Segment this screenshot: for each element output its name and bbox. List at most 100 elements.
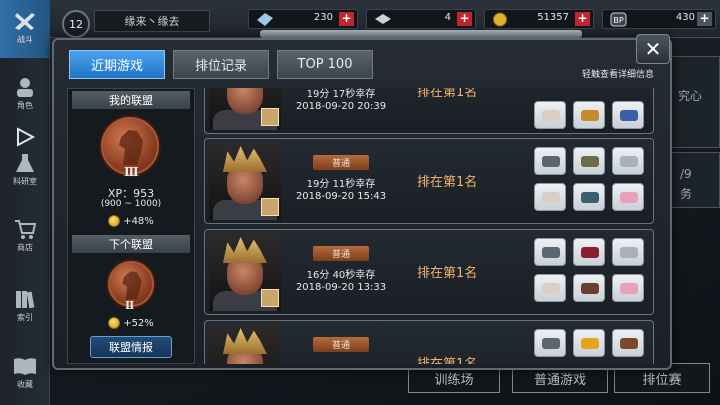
next-league-bonus: +52% <box>123 318 154 329</box>
match-rank: 排在第1名 <box>417 88 478 100</box>
weapon-icon <box>620 110 638 121</box>
survive-time: 16分 40秒幸存 <box>306 270 376 281</box>
add-bp-button[interactable]: + <box>697 12 712 26</box>
ammo-value: 4 <box>444 12 451 23</box>
item-slot[interactable] <box>612 238 644 266</box>
bp-icon: BP <box>610 12 627 27</box>
close-button[interactable]: ✕ <box>636 34 670 64</box>
match-date: 2018-09-20 20:39 <box>295 101 387 112</box>
match-rank: 排在第1名 <box>417 266 478 281</box>
match-list[interactable]: 普通 19分 17秒幸存 2018-09-20 20:39 排在第1名 普通 1… <box>204 88 654 364</box>
player-portrait <box>209 142 281 220</box>
match-history-modal: 近期游戏 排位记录 TOP 100 ✕ 轻触查看详细信息 我的联盟 Ⅲ XP：9… <box>52 30 672 370</box>
horse-head-icon <box>119 130 143 165</box>
gold-coin-icon <box>493 12 507 27</box>
nav-item-battle[interactable]: 战斗 <box>0 0 50 58</box>
add-crystal-button[interactable]: + <box>339 12 354 26</box>
match-mode-tag: 普通 <box>313 246 369 261</box>
nav-item-lab[interactable]: 科研室 <box>0 152 50 187</box>
nav-item-shop[interactable]: 商店 <box>0 218 50 253</box>
bullet-icon <box>620 247 638 258</box>
helmet-icon <box>581 338 599 349</box>
my-league-bonus-row: +48% <box>68 215 194 227</box>
resource-bp: BP 430 + <box>602 9 716 29</box>
tab-recent-games[interactable]: 近期游戏 <box>69 50 165 79</box>
nav-item-collection[interactable]: 收藏 <box>0 355 50 390</box>
nav-item-index[interactable]: 索引 <box>0 288 50 323</box>
item-slot[interactable] <box>612 101 644 129</box>
ammo-box-icon <box>581 283 599 294</box>
player-portrait <box>209 233 281 311</box>
bullet-icon <box>620 156 638 167</box>
side-panel-label: 务 <box>680 187 693 201</box>
add-ammo-button[interactable]: + <box>457 12 472 26</box>
player-name[interactable]: 缘来丶缘去 <box>94 10 210 32</box>
match-mode-tag: 普通 <box>313 337 369 352</box>
match-rank: 排在第1名 <box>417 353 507 364</box>
match-card[interactable]: 普通 19分 17秒幸存 2018-09-20 20:39 排在第1名 <box>204 88 654 134</box>
league-panel: 我的联盟 Ⅲ XP：953 (900 ~ 1000) +48% 下个联盟 Ⅱ +… <box>67 88 195 364</box>
nav-item-character[interactable]: 角色 <box>0 76 50 111</box>
nav-item-play[interactable] <box>0 126 50 148</box>
my-league-tier: Ⅲ <box>124 165 139 179</box>
left-nav-rail: 战斗 角色 科研室 商店 索引 收藏 <box>0 0 50 405</box>
survive-time: 19分 11秒幸存 <box>306 179 376 190</box>
item-slot[interactable] <box>534 101 566 129</box>
player-level-badge: 12 <box>62 10 90 38</box>
rifle-icon <box>542 156 560 167</box>
survive-time: 19分 17秒幸存 <box>306 89 376 100</box>
item-slot[interactable] <box>534 238 566 266</box>
side-panel-text: 究心 <box>678 89 703 103</box>
smg-icon <box>581 192 599 203</box>
tab-ranked-record[interactable]: 排位记录 <box>173 50 269 79</box>
item-slot[interactable] <box>573 274 605 302</box>
item-slot[interactable] <box>573 183 605 211</box>
match-mode-tag: 普通 <box>313 155 369 170</box>
item-slot[interactable] <box>534 183 566 211</box>
item-slot[interactable] <box>534 329 566 357</box>
rifle-icon <box>542 247 560 258</box>
pink-orb-icon <box>620 283 638 294</box>
add-gold-button[interactable]: + <box>575 12 590 26</box>
item-slot[interactable] <box>612 329 644 357</box>
item-slot[interactable] <box>573 329 605 357</box>
clan-emblem-icon <box>261 289 279 307</box>
match-card[interactable]: 普通 排在第1名 <box>204 320 654 364</box>
play-outline-icon <box>17 127 36 147</box>
resource-crystal: 230 + <box>248 9 358 29</box>
nav-label-collection: 收藏 <box>17 380 33 389</box>
next-league-bonus-row: +52% <box>68 317 194 329</box>
item-slot[interactable] <box>573 147 605 175</box>
item-slot[interactable] <box>573 238 605 266</box>
match-card[interactable]: 普通 16分 40秒幸存 2018-09-20 13:33 排在第1名 <box>204 229 654 315</box>
horse-head-icon <box>122 271 142 300</box>
clan-emblem-icon <box>261 108 279 126</box>
character-icon <box>17 78 33 97</box>
crystal-value: 230 <box>313 12 333 23</box>
resource-gold: 51357 + <box>484 9 594 29</box>
pink-orb-icon <box>620 192 638 203</box>
detail-hint: 轻触查看详细信息 <box>581 70 654 80</box>
xp-range: (900 ~ 1000) <box>100 199 162 209</box>
armor-vest-icon <box>542 192 560 203</box>
crystal-icon <box>257 13 273 26</box>
gold-value: 51357 <box>537 12 569 23</box>
next-league-title: 下个联盟 <box>72 235 190 253</box>
item-slot[interactable] <box>612 183 644 211</box>
nav-label-lab: 科研室 <box>13 177 37 186</box>
tab-top-100[interactable]: TOP 100 <box>277 50 373 79</box>
modal-top-rail <box>260 30 582 38</box>
item-slot[interactable] <box>612 274 644 302</box>
match-card[interactable]: 普通 19分 11秒幸存 2018-09-20 15:43 排在第1名 <box>204 138 654 224</box>
league-info-button[interactable]: 联盟情报 <box>90 336 172 358</box>
rifle-icon <box>542 338 560 349</box>
my-league-bonus: +48% <box>123 216 154 227</box>
match-rank: 排在第1名 <box>417 175 478 190</box>
item-slot[interactable] <box>573 101 605 129</box>
nav-label-shop: 商店 <box>17 243 33 252</box>
item-slot[interactable] <box>534 274 566 302</box>
item-slot[interactable] <box>612 147 644 175</box>
my-league-title: 我的联盟 <box>72 91 190 109</box>
item-slot[interactable] <box>534 147 566 175</box>
scope-icon <box>581 156 599 167</box>
